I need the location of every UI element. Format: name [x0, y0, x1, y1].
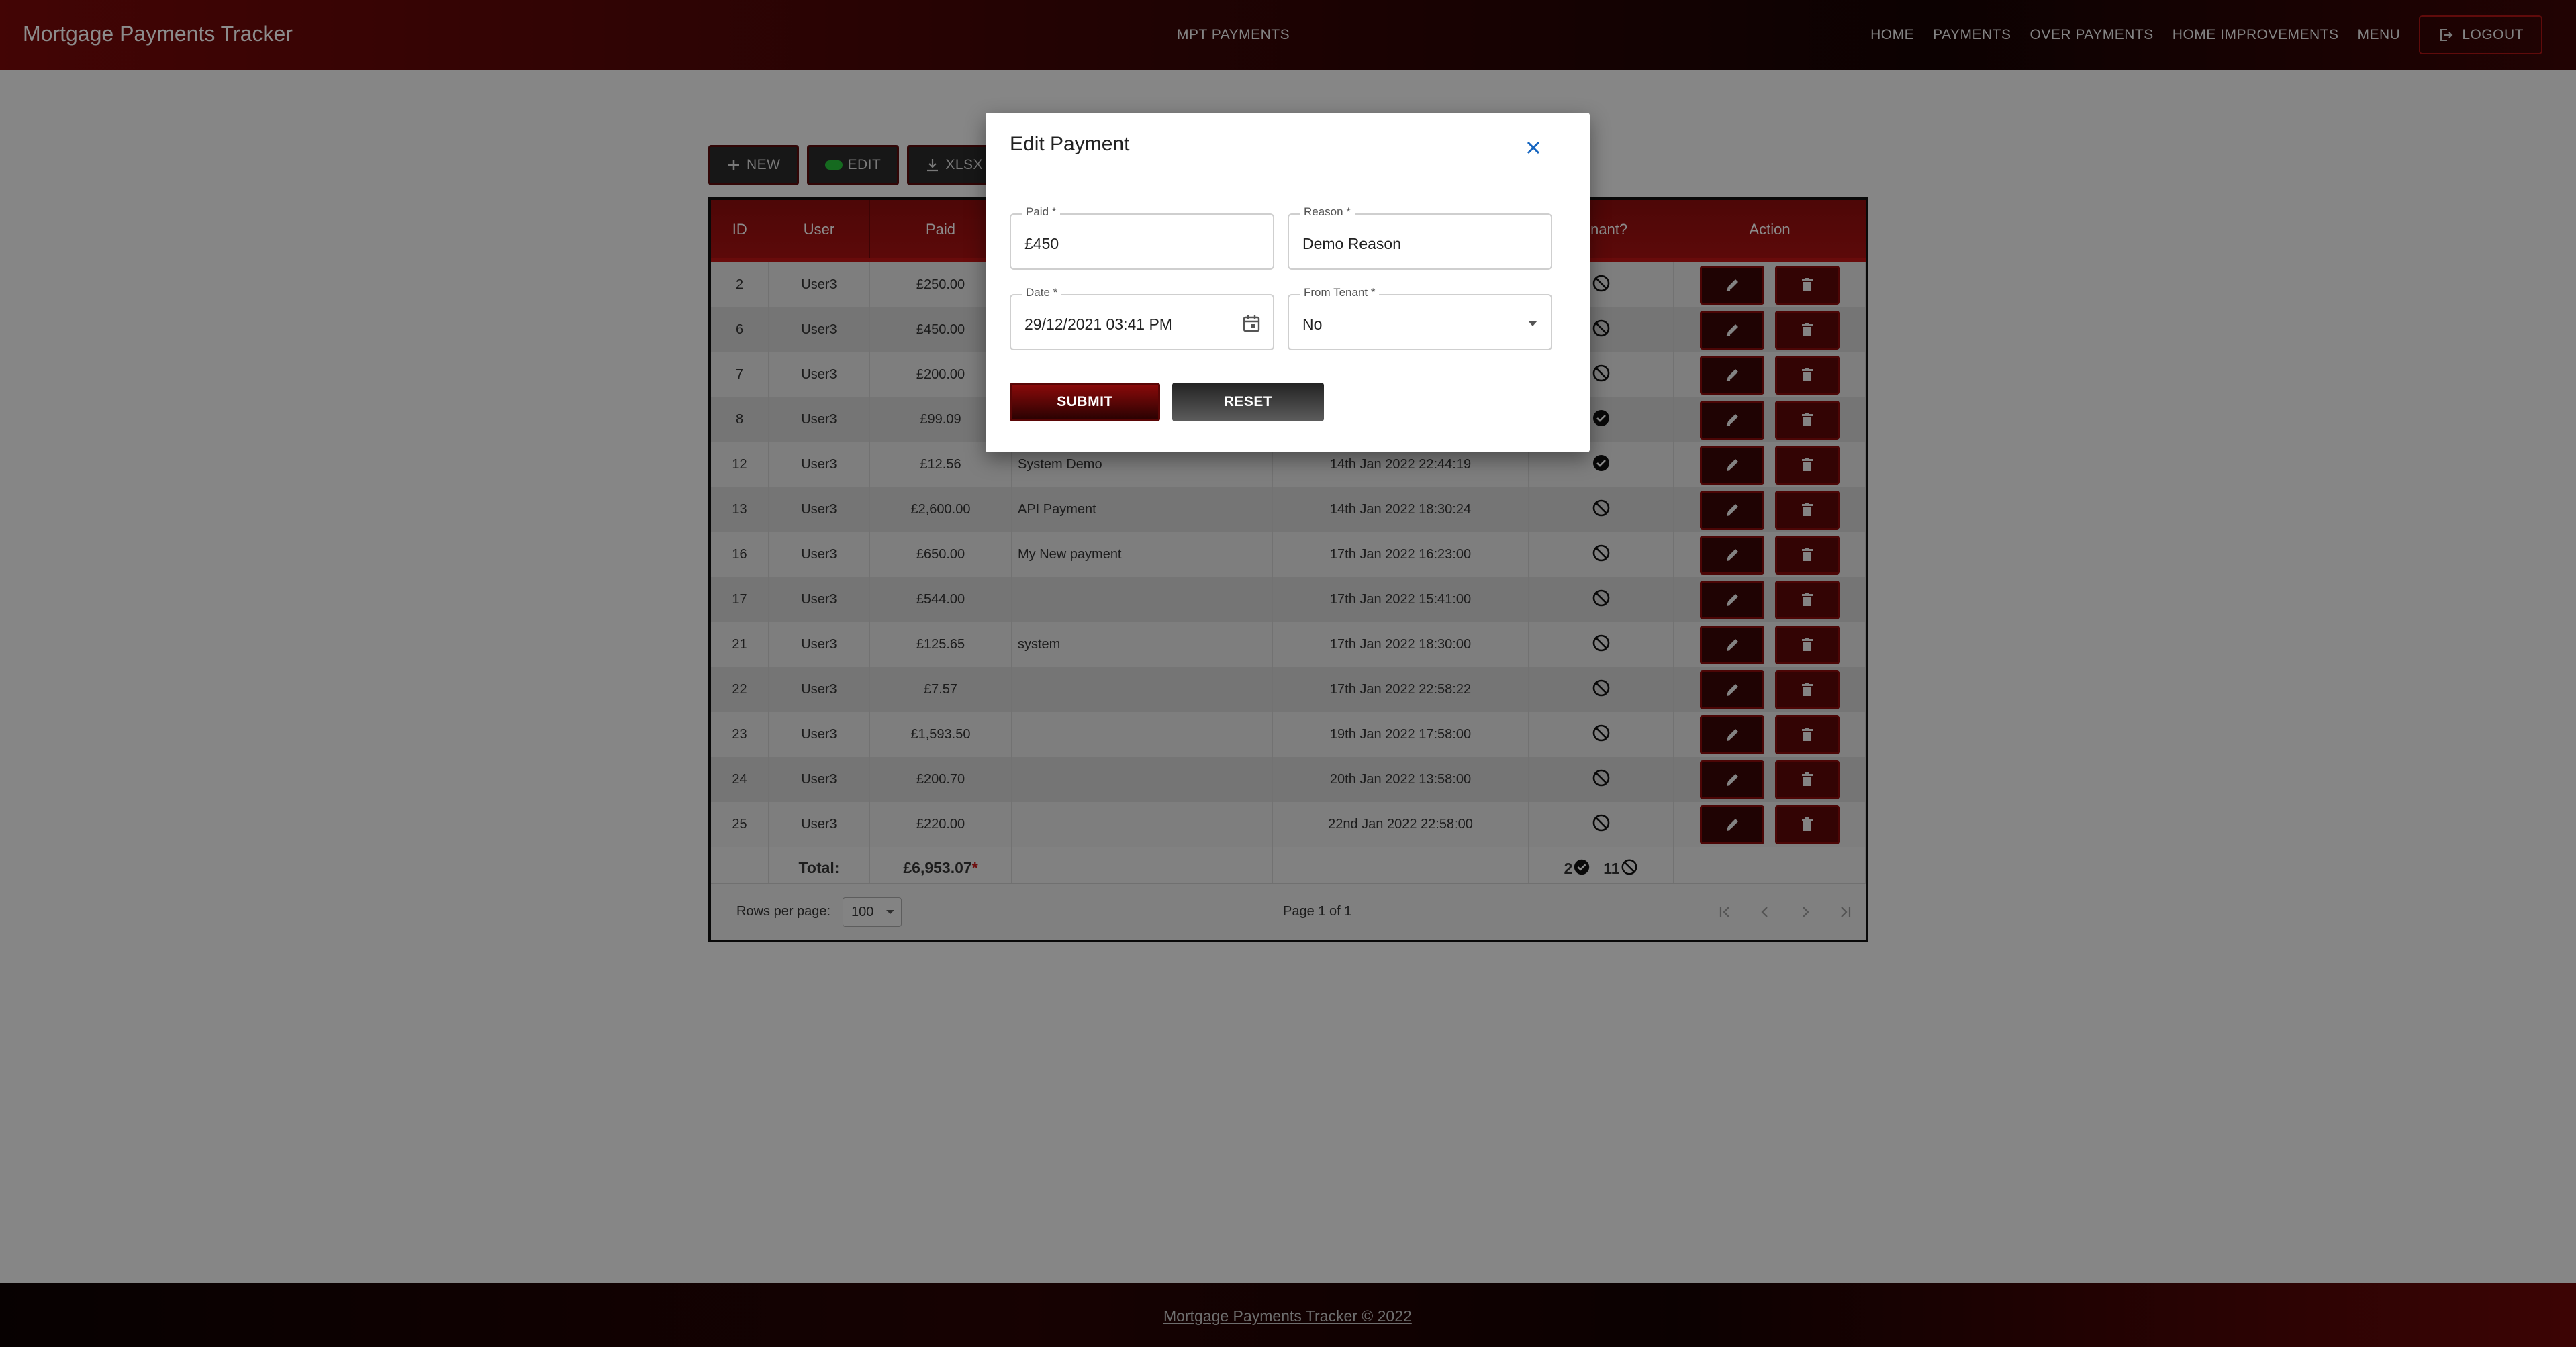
date-field-label: Date * — [1022, 286, 1062, 299]
from-tenant-value: No — [1302, 315, 1323, 333]
from-tenant-label: From Tenant * — [1300, 286, 1380, 299]
reason-field-value: Demo Reason — [1302, 235, 1402, 252]
submit-button[interactable]: SUBMIT — [1010, 383, 1160, 421]
paid-field-value: £450 — [1024, 235, 1059, 252]
calendar-button[interactable] — [1239, 311, 1263, 336]
date-field[interactable]: Date * 29/12/2021 03:41 PM — [1010, 286, 1274, 350]
date-field-value: 29/12/2021 03:41 PM — [1024, 315, 1172, 333]
edit-payment-dialog: Edit Payment Paid * £450 Reason * Demo R… — [986, 113, 1590, 452]
paid-field-label: Paid * — [1022, 205, 1061, 219]
paid-field[interactable]: Paid * £450 — [1010, 205, 1274, 270]
reason-field[interactable]: Reason * Demo Reason — [1288, 205, 1552, 270]
reason-field-label: Reason * — [1300, 205, 1355, 219]
chevron-down-icon — [1528, 321, 1537, 326]
reset-button[interactable]: RESET — [1172, 383, 1324, 421]
dialog-title: Edit Payment — [1010, 133, 1130, 155]
from-tenant-select[interactable]: From Tenant * No — [1288, 286, 1552, 350]
close-icon — [1527, 141, 1540, 154]
calendar-icon — [1243, 315, 1260, 332]
dialog-close-button[interactable] — [1519, 133, 1548, 162]
dialog-header: Edit Payment — [986, 113, 1590, 181]
